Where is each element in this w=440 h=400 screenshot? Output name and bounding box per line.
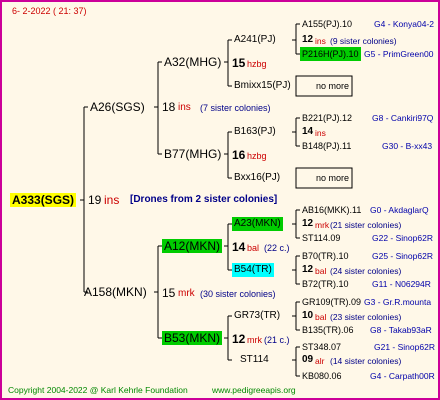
- gen4-ref: G8 - Cankiri97Q: [372, 113, 434, 123]
- gen3-sisters: (9 sister colonies): [330, 36, 397, 46]
- gen2-ins-label: bal: [247, 243, 260, 253]
- gen3-sisters: (24 sister colonies): [330, 266, 402, 276]
- gen2-sisters: (22 c.): [264, 243, 290, 253]
- gen3-sisters: (14 sister colonies): [330, 356, 402, 366]
- gen1-sisters: (30 sister colonies): [200, 289, 276, 299]
- root-name[interactable]: A333(SGS): [10, 193, 77, 207]
- gen3-ins-label: ins: [315, 128, 326, 138]
- root-ins-count: 19: [88, 193, 102, 207]
- gen4-name[interactable]: GR109(TR).09: [302, 295, 361, 309]
- gen3-sisters: (23 sister colonies): [330, 312, 402, 322]
- gen4-name[interactable]: ST348.07: [302, 340, 341, 354]
- gen1-ins-label: ins: [178, 102, 191, 113]
- gen2-name[interactable]: B77(MHG): [164, 147, 221, 161]
- gen4-ref: G3 - Gr.R.mounta: [364, 297, 432, 307]
- footer-copyright: Copyright 2004-2022 @ Karl Kehrle Founda…: [8, 385, 188, 395]
- no-more-note: no more: [316, 173, 350, 183]
- root-note: [Drones from 2 sister colonies]: [130, 194, 278, 205]
- gen1-name[interactable]: A26(SGS): [90, 100, 145, 114]
- gen4-name[interactable]: P216H(PJ).10: [300, 47, 361, 61]
- no-more-note: no more: [316, 81, 350, 91]
- gen4-name[interactable]: B148(PJ).11: [302, 139, 351, 153]
- gen4-ref: G0 - AkdaglarQ: [370, 205, 429, 215]
- gen4-ref: G25 - Sinop62R: [372, 251, 433, 261]
- gen3-ins-label: alr: [315, 356, 325, 366]
- gen1-sisters: (7 sister colonies): [200, 103, 271, 113]
- gen3-name[interactable]: B54(TR): [232, 263, 274, 277]
- footer-site-link[interactable]: www.pedigreeapis.org: [212, 383, 296, 397]
- gen4-name[interactable]: A155(PJ).10: [302, 17, 352, 31]
- gen4-ref: G5 - PrimGreen00: [364, 49, 434, 59]
- gen3-ins-count: 14: [302, 126, 314, 137]
- gen3-name[interactable]: Bxx16(PJ): [234, 171, 280, 185]
- root-ins-label: ins: [104, 193, 120, 207]
- gen4-name[interactable]: B70(TR).10: [302, 249, 349, 263]
- gen3-ins-count: 09: [302, 354, 314, 365]
- gen3-sisters: (21 sister colonies): [330, 220, 402, 230]
- gen2-ins-label: hzbg: [247, 151, 267, 161]
- gen3-ins-label: mrk: [315, 220, 330, 230]
- gen2-ins-label: hzbg: [247, 59, 267, 69]
- gen3-ins-count: 12: [302, 34, 314, 45]
- gen4-name[interactable]: AB16(MKK).11: [302, 203, 361, 217]
- gen3-name[interactable]: GR73(TR): [234, 309, 280, 323]
- gen3-ins-label: bal: [315, 312, 327, 322]
- gen4-ref: G8 - Takab93aR: [370, 325, 432, 335]
- gen1-name[interactable]: A158(MKN): [84, 285, 147, 299]
- gen2-sisters: (21 c.): [264, 335, 290, 345]
- gen3-name[interactable]: A23(MKN): [232, 217, 283, 231]
- gen4-ref: G30 - B-xx43: [382, 141, 433, 151]
- gen3-name[interactable]: B163(PJ): [234, 125, 276, 139]
- gen2-name[interactable]: A32(MHG): [164, 55, 221, 69]
- gen3-ins-label: bal: [315, 266, 327, 276]
- gen4-ref: G4 - Konya04-2: [374, 19, 435, 29]
- gen4-name[interactable]: B135(TR).06: [302, 323, 354, 337]
- gen3-ins-count: 12: [302, 264, 314, 275]
- date-stamp: 6- 2-2022 ( 21: 37): [12, 6, 87, 16]
- gen4-name[interactable]: ST114.09: [302, 231, 340, 245]
- gen3-name[interactable]: Bmixx15(PJ): [234, 79, 291, 93]
- gen3-name[interactable]: A241(PJ): [234, 33, 276, 47]
- gen2-ins-count: 14: [232, 240, 246, 254]
- gen1-ins-count: 15: [162, 286, 176, 300]
- gen1-ins-count: 18: [162, 100, 176, 114]
- gen4-name[interactable]: KB080.06: [302, 369, 342, 383]
- gen2-ins-count: 12: [232, 332, 246, 346]
- pedigree-frame: 6- 2-2022 ( 21: 37) A333(SGS) 19 ins [Dr…: [0, 0, 440, 400]
- gen3-name[interactable]: ST114: [240, 353, 269, 367]
- gen4-ref: G4 - Carpath00R: [370, 371, 435, 381]
- gen4-ref: G21 - Sinop62R: [374, 342, 435, 352]
- gen4-ref: G22 - Sinop62R: [372, 233, 433, 243]
- gen4-ref: G11 - N06294R: [372, 279, 431, 289]
- gen2-ins-count: 15: [232, 56, 246, 70]
- gen3-ins-count: 12: [302, 218, 314, 229]
- gen2-ins-label: mrk: [247, 335, 262, 345]
- gen1-ins-label: mrk: [178, 288, 195, 299]
- gen4-name[interactable]: B72(TR).10: [302, 277, 349, 291]
- gen2-name[interactable]: A12(MKN): [162, 239, 223, 253]
- gen3-ins-count: 10: [302, 310, 314, 321]
- gen4-name[interactable]: B221(PJ).12: [302, 111, 352, 125]
- gen3-ins-label: ins: [315, 36, 326, 46]
- gen2-ins-count: 16: [232, 148, 246, 162]
- gen2-name[interactable]: B53(MKN): [162, 331, 223, 345]
